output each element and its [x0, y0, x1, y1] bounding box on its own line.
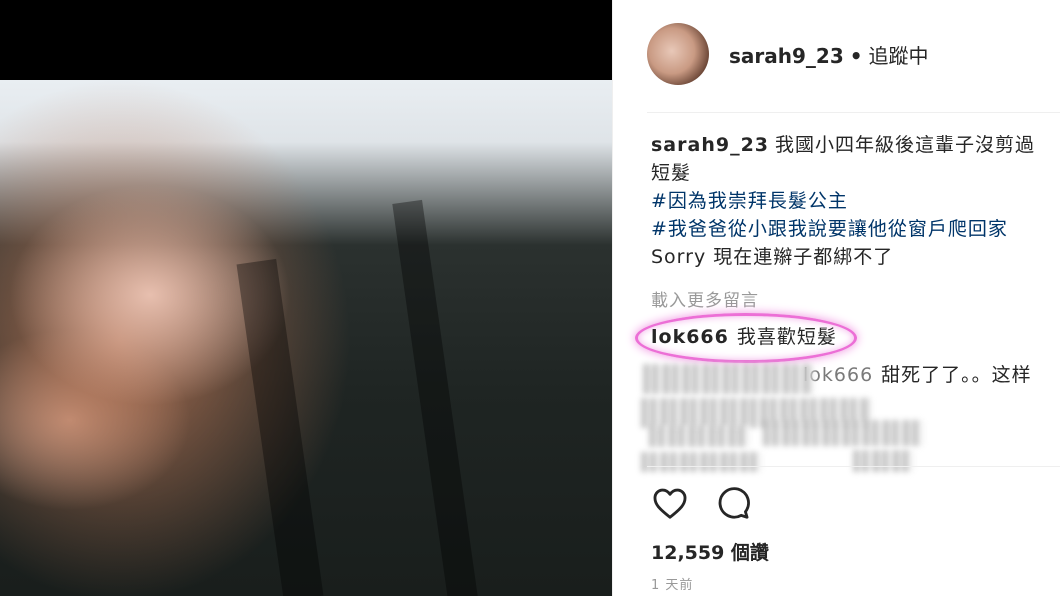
comment-text: 甜死了了。。这样 [881, 364, 1032, 386]
caption: sarah9_23 我國小四年級後這輩子沒剪過短髮 #因為我崇拜長髮公主 #我爸爸… [651, 131, 1051, 271]
divider [647, 112, 1060, 113]
username-link[interactable]: sarah9_23 [729, 44, 844, 68]
load-more-comments[interactable]: 載入更多留言 [651, 286, 759, 311]
comment-item: lok666 甜死了了。。这样 [803, 360, 1032, 387]
blurred-text [763, 420, 923, 446]
blurred-text [853, 450, 913, 472]
shirt-detail [236, 258, 324, 596]
photo-image [0, 80, 612, 596]
post-photo[interactable] [0, 0, 612, 596]
heart-icon[interactable] [651, 484, 689, 522]
shirt-detail [392, 199, 478, 596]
blurred-text [643, 364, 813, 394]
follow-button[interactable]: 追蹤中 [869, 44, 929, 68]
like-count[interactable]: 12,559 個讚 [651, 538, 769, 565]
post-sidebar: sarah9_23 • 追蹤中 sarah9_23 我國小四年級後這輩子沒剪過短髮 #… [612, 0, 1060, 596]
blurred-text [641, 452, 761, 472]
comment-text: 我喜歡短髮 [736, 326, 837, 348]
avatar[interactable] [647, 23, 709, 85]
divider [647, 466, 1060, 467]
hashtag-link[interactable]: #我爸爸從小跟我說要讓他從窗戶爬回家 [651, 218, 1008, 240]
comment-icon[interactable] [713, 484, 751, 522]
separator: • [849, 43, 863, 68]
blurred-text [649, 425, 749, 447]
comment-username[interactable]: lok666 [803, 364, 873, 386]
post-header: sarah9_23 • 追蹤中 [647, 14, 1047, 94]
comment-username[interactable]: lok666 [651, 326, 729, 348]
comment-item: lok666 我喜歡短髮 [651, 322, 837, 349]
timestamp[interactable]: 1 天前 [651, 574, 693, 593]
caption-username[interactable]: sarah9_23 [651, 134, 769, 156]
caption-extra: Sorry 現在連辮子都綁不了 [651, 246, 894, 268]
action-bar [651, 484, 751, 522]
hashtag-link[interactable]: #因為我崇拜長髮公主 [651, 190, 848, 212]
header-text: sarah9_23 • 追蹤中 [729, 40, 929, 69]
